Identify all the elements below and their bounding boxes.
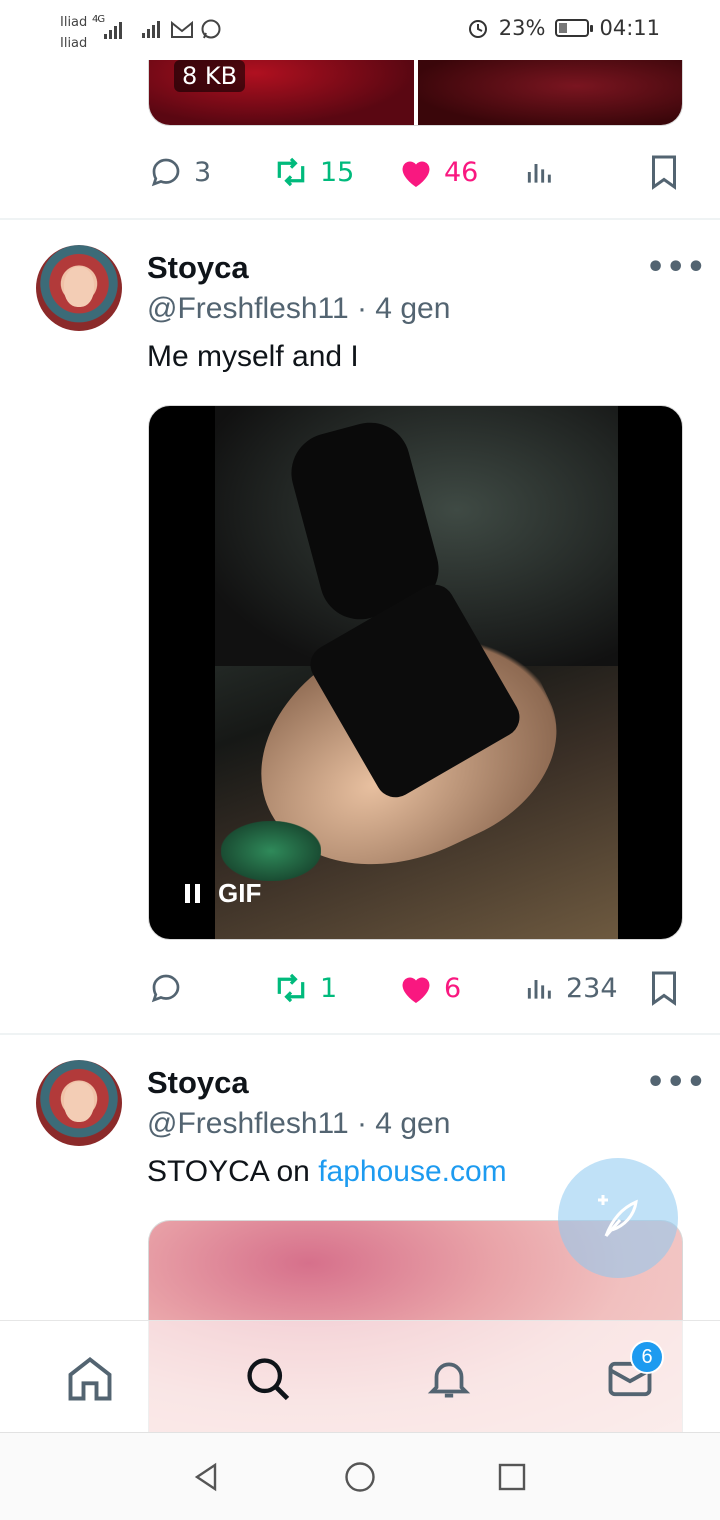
gmail-icon xyxy=(171,20,193,38)
bookmark-icon xyxy=(652,971,676,1006)
retweet-button[interactable]: 15 xyxy=(272,154,354,190)
more-options-icon[interactable]: ••• xyxy=(646,1065,707,1100)
nav-search[interactable] xyxy=(240,1351,296,1407)
tweet-author-name[interactable]: Stoyca xyxy=(147,1065,249,1101)
like-button[interactable]: 6 xyxy=(398,971,461,1005)
retweet-icon xyxy=(277,157,305,187)
tweet-divider xyxy=(0,218,720,220)
tweet-text-prefix: STOYCA on xyxy=(147,1155,319,1188)
notifications-icon xyxy=(427,1362,471,1398)
messages-badge: 6 xyxy=(630,1340,664,1374)
network-type: 4G xyxy=(92,14,105,25)
status-bar: Iliad Iliad 4G 23% 04:11 xyxy=(0,0,720,60)
tweet-author-handle[interactable]: @Freshflesh11 · 4 gen xyxy=(147,292,450,326)
home-circle-icon xyxy=(345,1462,375,1492)
recents-square-icon xyxy=(498,1463,526,1491)
avatar[interactable] xyxy=(36,1060,122,1146)
compose-button[interactable] xyxy=(558,1158,678,1278)
bookmark-button[interactable] xyxy=(648,970,680,1006)
reply-count: 3 xyxy=(194,156,212,188)
views-button[interactable]: 234 xyxy=(524,972,618,1004)
retweet-count: 15 xyxy=(320,156,355,188)
search-icon xyxy=(247,1358,290,1401)
alarm-icon xyxy=(468,20,487,38)
system-back-button[interactable] xyxy=(184,1455,228,1499)
reply-button[interactable] xyxy=(148,970,194,1006)
home-icon xyxy=(68,1357,112,1401)
gif-label: GIF xyxy=(218,878,262,908)
bottom-navigation xyxy=(0,1320,720,1432)
media-size-badge: 8 KB xyxy=(174,60,246,92)
bookmark-button[interactable] xyxy=(648,154,680,190)
carrier-1: Iliad xyxy=(60,15,88,30)
tweet-author-handle[interactable]: @Freshflesh11 · 4 gen xyxy=(147,1107,450,1141)
tweet-text: STOYCA on faphouse.com xyxy=(147,1155,507,1189)
status-right: 23% 04:11 xyxy=(467,16,660,40)
back-triangle-icon xyxy=(194,1462,217,1492)
nav-notifications[interactable] xyxy=(421,1351,477,1407)
views-icon xyxy=(527,164,551,183)
reply-button[interactable]: 3 xyxy=(148,154,211,190)
more-options-icon[interactable]: ••• xyxy=(646,250,707,285)
bookmark-icon xyxy=(652,155,676,190)
top-tweet-actions: 3 15 46 xyxy=(148,152,688,192)
system-navigation xyxy=(0,1432,720,1520)
reply-icon xyxy=(151,158,180,187)
retweet-button[interactable]: 1 xyxy=(272,970,337,1006)
clock: 04:11 xyxy=(599,16,660,40)
heart-icon xyxy=(402,161,430,187)
carrier-2: Iliad xyxy=(60,36,88,51)
tweet-author-name[interactable]: Stoyca xyxy=(147,250,249,286)
tweet-link[interactable]: faphouse.com xyxy=(318,1155,506,1188)
carrier-labels: Iliad Iliad xyxy=(60,12,87,54)
media-image-2[interactable] xyxy=(417,60,682,125)
nav-home[interactable] xyxy=(62,1351,118,1407)
avatar[interactable] xyxy=(36,245,122,331)
compose-feather-icon xyxy=(598,1195,638,1237)
battery-icon xyxy=(555,19,594,37)
like-button[interactable]: 46 xyxy=(398,155,478,189)
status-left-icons xyxy=(142,18,222,40)
like-count: 46 xyxy=(444,156,479,188)
like-count: 6 xyxy=(444,972,462,1004)
tweet-text: Me myself and I xyxy=(147,340,359,373)
views-icon xyxy=(527,980,551,999)
battery-percent: 23% xyxy=(498,16,546,40)
retweet-icon xyxy=(277,973,305,1003)
reply-icon xyxy=(151,974,180,1003)
whatsapp-icon xyxy=(201,19,221,39)
tweet-actions: 1 6 234 xyxy=(148,968,688,1008)
tweet-gif-media[interactable]: GIF xyxy=(148,405,683,940)
signal-icon xyxy=(104,22,122,39)
system-recents-button[interactable] xyxy=(490,1455,534,1499)
system-home-button[interactable] xyxy=(338,1455,382,1499)
views-count: 234 xyxy=(566,972,618,1004)
pause-icon[interactable] xyxy=(185,884,200,903)
gif-control[interactable]: GIF xyxy=(185,878,261,909)
gif-frame[interactable] xyxy=(215,406,618,939)
views-button[interactable] xyxy=(524,156,556,188)
tweet-divider xyxy=(0,1033,720,1035)
heart-icon xyxy=(402,977,430,1003)
signal-icon-2 xyxy=(142,21,160,38)
retweet-count: 1 xyxy=(320,972,338,1004)
